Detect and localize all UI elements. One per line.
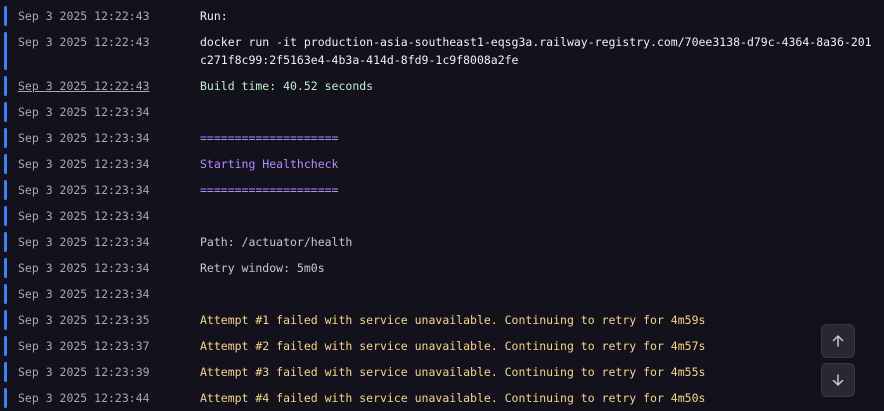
log-row[interactable]: Sep 3 2025 12:22:43 Run: — [0, 3, 884, 29]
severity-bar — [4, 76, 7, 96]
log-timestamp[interactable]: Sep 3 2025 12:23:34 — [0, 125, 200, 147]
log-message: Attempt #2 failed with service unavailab… — [200, 339, 706, 353]
severity-bar — [4, 232, 7, 252]
log-message: Attempt #4 failed with service unavailab… — [200, 391, 706, 405]
log-timestamp[interactable]: Sep 3 2025 12:23:44 — [0, 385, 200, 407]
log-row[interactable]: Sep 3 2025 12:23:34 Retry window: 5m0s — [0, 255, 884, 281]
severity-bar — [4, 388, 7, 408]
log-message: docker run -it production-asia-southeast… — [200, 35, 872, 67]
severity-bar — [4, 362, 7, 382]
log-timestamp[interactable]: Sep 3 2025 12:23:34 — [0, 203, 200, 225]
severity-bar — [4, 206, 7, 226]
log-timestamp[interactable]: Sep 3 2025 12:23:34 — [0, 177, 200, 199]
log-message: Attempt #3 failed with service unavailab… — [200, 365, 706, 379]
severity-bar — [4, 102, 7, 122]
log-row[interactable]: Sep 3 2025 12:23:34 — [0, 203, 884, 229]
scroll-down-button[interactable] — [821, 363, 855, 397]
log-timestamp[interactable]: Sep 3 2025 12:23:37 — [0, 333, 200, 355]
log-row[interactable]: Sep 3 2025 12:23:34 Path: /actuator/heal… — [0, 229, 884, 255]
severity-bar — [4, 310, 7, 330]
log-row[interactable]: Sep 3 2025 12:23:34 — [0, 99, 884, 125]
log-row[interactable]: Sep 3 2025 12:23:34 ==================== — [0, 125, 884, 151]
severity-bar — [4, 258, 7, 278]
log-message: ==================== — [200, 131, 339, 145]
log-timestamp[interactable]: Sep 3 2025 12:23:35 — [0, 307, 200, 329]
log-timestamp[interactable]: Sep 3 2025 12:23:39 — [0, 359, 200, 381]
log-timestamp[interactable]: Sep 3 2025 12:23:34 — [0, 151, 200, 173]
log-message: ==================== — [200, 183, 339, 197]
log-message: Attempt #1 failed with service unavailab… — [200, 313, 706, 327]
log-row[interactable]: Sep 3 2025 12:23:34 ==================== — [0, 177, 884, 203]
log-message — [200, 203, 876, 207]
log-row[interactable]: Sep 3 2025 12:23:34 — [0, 281, 884, 307]
log-timestamp[interactable]: Sep 3 2025 12:22:43 — [0, 3, 200, 25]
log-message: Run: — [200, 9, 228, 23]
log-timestamp[interactable]: Sep 3 2025 12:22:43 — [0, 29, 200, 51]
log-row[interactable]: Sep 3 2025 12:23:34 Starting Healthcheck — [0, 151, 884, 177]
arrow-up-icon — [832, 335, 844, 347]
severity-bar — [4, 32, 7, 70]
log-timestamp-link[interactable]: Sep 3 2025 12:22:43 — [0, 73, 200, 95]
severity-bar — [4, 6, 7, 26]
scroll-up-button[interactable] — [821, 324, 855, 358]
log-message: Build time: 40.52 seconds — [200, 79, 374, 93]
arrow-down-icon — [832, 374, 844, 386]
log-message — [200, 281, 876, 285]
log-timestamp[interactable]: Sep 3 2025 12:23:34 — [0, 281, 200, 303]
log-timestamp[interactable]: Sep 3 2025 12:23:34 — [0, 99, 200, 121]
log-message — [200, 99, 876, 103]
log-timestamp[interactable]: Sep 3 2025 12:23:34 — [0, 229, 200, 251]
log-row[interactable]: Sep 3 2025 12:23:44 Attempt #4 failed wi… — [0, 385, 884, 411]
log-row[interactable]: Sep 3 2025 12:23:37 Attempt #2 failed wi… — [0, 333, 884, 359]
log-message: Path: /actuator/health — [200, 235, 353, 249]
severity-bar — [4, 128, 7, 148]
log-row[interactable]: Sep 3 2025 12:23:35 Attempt #1 failed wi… — [0, 307, 884, 333]
severity-bar — [4, 154, 7, 174]
log-row[interactable]: Sep 3 2025 12:22:43 docker run -it produ… — [0, 29, 884, 73]
log-message: Retry window: 5m0s — [200, 261, 325, 275]
log-row[interactable]: Sep 3 2025 12:22:43 Build time: 40.52 se… — [0, 73, 884, 99]
log-viewer: Sep 3 2025 12:22:43 Run: Sep 3 2025 12:2… — [0, 3, 884, 411]
log-timestamp[interactable]: Sep 3 2025 12:23:34 — [0, 255, 200, 277]
log-message: Starting Healthcheck — [200, 157, 339, 171]
severity-bar — [4, 284, 7, 304]
severity-bar — [4, 336, 7, 356]
severity-bar — [4, 180, 7, 200]
log-row[interactable]: Sep 3 2025 12:23:39 Attempt #3 failed wi… — [0, 359, 884, 385]
